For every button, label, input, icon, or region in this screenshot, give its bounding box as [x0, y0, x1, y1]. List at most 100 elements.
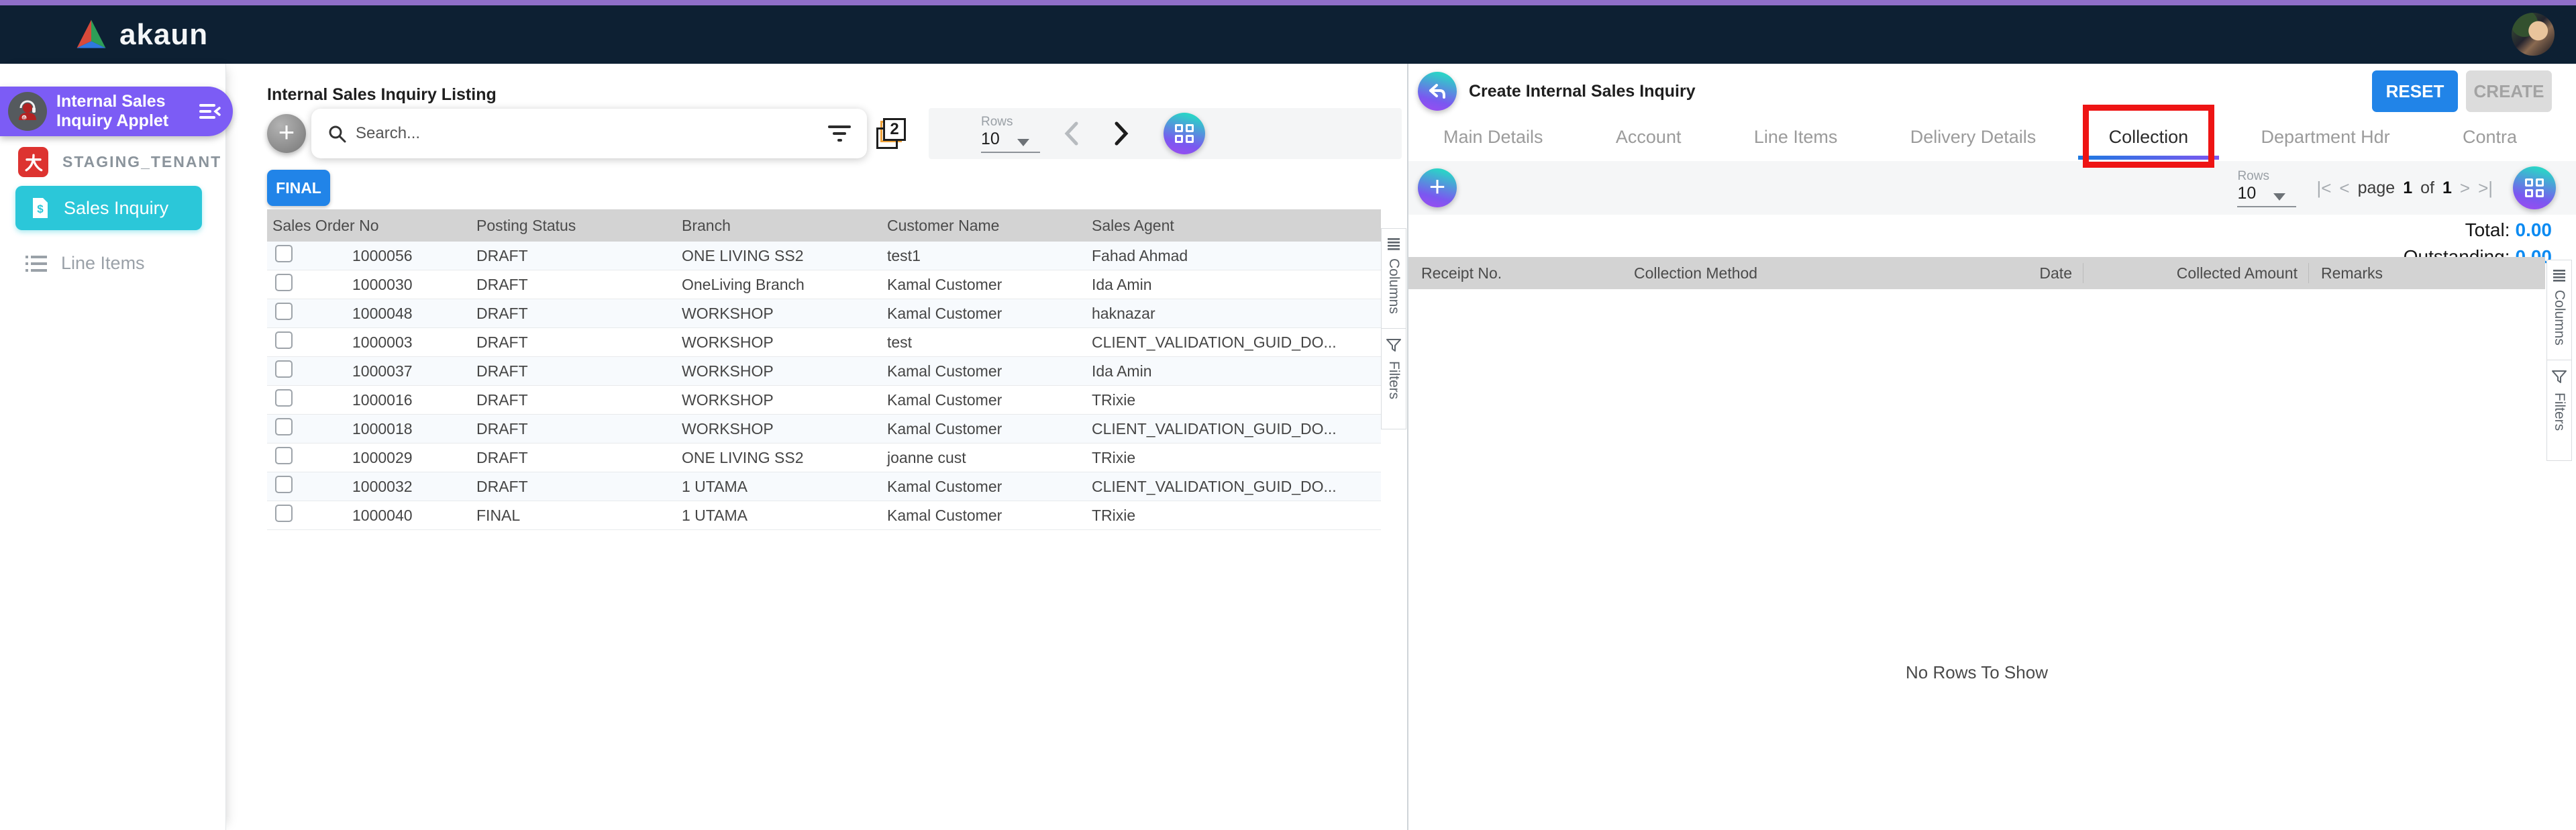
- collection-toolbar: + Rows 10 |< < page 1 of 1 > >|: [1408, 161, 2576, 215]
- filters-tab[interactable]: Filters: [1381, 329, 1406, 429]
- prev-page-button[interactable]: <: [2339, 178, 2349, 199]
- listing-panel: Internal Sales Inquiry Listing + Search.…: [226, 64, 1408, 830]
- next-page-button[interactable]: [1113, 121, 1130, 146]
- cell-branch: 1 UTAMA: [682, 477, 748, 495]
- col-receipt-no[interactable]: Receipt No.: [1408, 264, 1634, 282]
- tab-label: Account: [1615, 126, 1682, 147]
- col-posting-status[interactable]: Posting Status: [476, 217, 682, 235]
- plus-icon: +: [1429, 170, 1446, 202]
- row-checkbox[interactable]: [275, 476, 293, 493]
- last-page-button[interactable]: >|: [2478, 178, 2493, 199]
- empty-state-text: No Rows To Show: [1906, 662, 2048, 682]
- plus-icon: +: [278, 116, 295, 148]
- sidebar-item-line-items[interactable]: Line Items: [25, 253, 145, 274]
- sidebar-item-label: Line Items: [61, 253, 145, 273]
- checkbox-cell: [267, 389, 352, 411]
- row-checkbox[interactable]: [275, 389, 293, 407]
- add-collection-button[interactable]: +: [1418, 168, 1457, 207]
- prev-page-button[interactable]: [1063, 121, 1080, 146]
- tenant-row[interactable]: STAGING_TENANT: [18, 147, 221, 177]
- tab-label: Main Details: [1443, 126, 1543, 147]
- rows-per-page-value: 10: [981, 129, 1000, 148]
- cell-sales-order-no: 1000003: [352, 333, 413, 351]
- sales-inquiry-table: Sales Order No Posting Status Branch Cus…: [267, 209, 1381, 530]
- sidebar-collapse-icon[interactable]: [198, 102, 221, 121]
- listing-pagination-band: Rows 10: [929, 108, 1402, 159]
- table-row[interactable]: 1000056 DRAFT ONE LIVING SS2 test1 Fahad…: [267, 242, 1381, 270]
- filters-tab-label: Filters: [2552, 393, 2567, 431]
- cell-posting-status: DRAFT: [476, 477, 528, 495]
- grid-view-button[interactable]: [2513, 166, 2556, 209]
- back-button[interactable]: [1418, 72, 1457, 111]
- cell-sales-agent: CLIENT_VALIDATION_GUID_DO...: [1092, 419, 1337, 437]
- cell-sales-agent: TRixie: [1092, 506, 1136, 524]
- table-row[interactable]: 1000032 DRAFT 1 UTAMA Kamal Customer CLI…: [267, 472, 1381, 501]
- cell-branch: ONE LIVING SS2: [682, 448, 804, 466]
- grid-view-button[interactable]: [1164, 113, 1205, 154]
- col-date[interactable]: Date: [1867, 264, 2083, 282]
- row-checkbox[interactable]: [275, 274, 293, 291]
- col-customer-name[interactable]: Customer Name: [887, 217, 1092, 235]
- rows-label: Rows: [2237, 168, 2269, 183]
- tab[interactable]: Delivery Details: [1905, 114, 2042, 160]
- row-checkbox[interactable]: [275, 331, 293, 349]
- row-checkbox[interactable]: [275, 505, 293, 522]
- table-row[interactable]: 1000018 DRAFT WORKSHOP Kamal Customer CL…: [267, 415, 1381, 444]
- tab[interactable]: Main Details: [1438, 114, 1549, 160]
- col-sales-agent[interactable]: Sales Agent: [1092, 217, 1381, 235]
- tab[interactable]: Department Hdr: [2256, 114, 2395, 160]
- row-checkbox[interactable]: [275, 303, 293, 320]
- table-row[interactable]: 1000040 FINAL 1 UTAMA Kamal Customer TRi…: [267, 501, 1381, 530]
- search-icon: [327, 124, 346, 143]
- filters-tab[interactable]: Filters: [2546, 360, 2572, 461]
- table-row[interactable]: 1000016 DRAFT WORKSHOP Kamal Customer TR…: [267, 386, 1381, 415]
- columns-tab[interactable]: Columns: [1381, 228, 1406, 329]
- col-remarks[interactable]: Remarks: [2309, 264, 2545, 282]
- create-title: Create Internal Sales Inquiry: [1469, 81, 1696, 101]
- table-row[interactable]: 1000037 DRAFT WORKSHOP Kamal Customer Id…: [267, 357, 1381, 386]
- first-page-button[interactable]: |<: [2316, 178, 2331, 199]
- cell-sales-order-no: 1000016: [352, 391, 413, 409]
- next-page-button[interactable]: >: [2460, 178, 2470, 199]
- cell-customer-name: Kamal Customer: [887, 477, 1002, 495]
- table-row[interactable]: 1000029 DRAFT ONE LIVING SS2 joanne cust…: [267, 444, 1381, 472]
- cell-customer-name: Kamal Customer: [887, 362, 1002, 380]
- annotation-highlight-box: [2082, 105, 2214, 168]
- table-row[interactable]: 1000048 DRAFT WORKSHOP Kamal Customer ha…: [267, 299, 1381, 328]
- tab[interactable]: Collection: [2077, 105, 2220, 168]
- row-checkbox[interactable]: [275, 447, 293, 464]
- row-checkbox[interactable]: [275, 360, 293, 378]
- reset-button[interactable]: RESET: [2372, 70, 2458, 112]
- columns-tab[interactable]: Columns: [2546, 260, 2572, 360]
- tab[interactable]: Line Items: [1749, 114, 1843, 160]
- sidebar-item-sales-inquiry[interactable]: $ Sales Inquiry: [15, 186, 202, 230]
- total-value: 0.00: [2515, 219, 2553, 240]
- final-filter-button[interactable]: FINAL: [267, 170, 330, 206]
- col-branch[interactable]: Branch: [682, 217, 887, 235]
- col-collection-method[interactable]: Collection Method: [1634, 264, 1867, 282]
- collection-table-body: No Rows To Show: [1408, 289, 2545, 830]
- tab[interactable]: Account: [1610, 114, 1687, 160]
- row-checkbox[interactable]: [275, 418, 293, 435]
- duplicate-window-icon[interactable]: 2: [876, 118, 907, 149]
- cell-sales-agent: Fahad Ahmad: [1092, 246, 1188, 264]
- rows-per-page-select[interactable]: Rows 10: [981, 115, 1040, 153]
- cell-posting-status: DRAFT: [476, 391, 528, 409]
- rows-per-page-select[interactable]: Rows 10: [2237, 168, 2297, 207]
- user-avatar[interactable]: [2512, 13, 2555, 56]
- search-input[interactable]: [356, 124, 819, 143]
- table-row[interactable]: 1000003 DRAFT WORKSHOP test CLIENT_VALID…: [267, 328, 1381, 357]
- columns-tab-label: Columns: [2552, 290, 2567, 346]
- add-record-button[interactable]: +: [267, 114, 306, 153]
- col-collected-amount[interactable]: Collected Amount: [2083, 264, 2308, 282]
- row-checkbox[interactable]: [275, 245, 293, 262]
- col-sales-order-no[interactable]: Sales Order No: [267, 217, 476, 235]
- of-word: of: [2420, 178, 2434, 197]
- cell-branch: 1 UTAMA: [682, 506, 748, 524]
- filter-icon[interactable]: [828, 125, 851, 142]
- top-accent-strip: [0, 0, 2576, 5]
- create-button[interactable]: CREATE: [2466, 70, 2552, 112]
- tab[interactable]: Contra: [2457, 114, 2522, 160]
- cell-sales-agent: Ida Amin: [1092, 362, 1152, 380]
- table-row[interactable]: 1000030 DRAFT OneLiving Branch Kamal Cus…: [267, 270, 1381, 299]
